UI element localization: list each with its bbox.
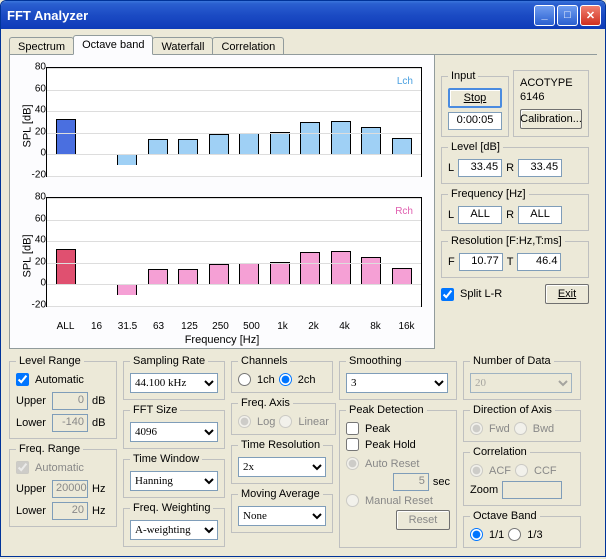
- zoom-field: [502, 481, 562, 499]
- tab-bar: Spectrum Octave band Waterfall Correlati…: [9, 35, 597, 55]
- octave-1-3-radio[interactable]: 1/3: [508, 528, 542, 541]
- bar: [117, 154, 137, 165]
- res-t: 46.4: [517, 253, 561, 271]
- xaxis-label: Frequency [Hz]: [14, 334, 430, 346]
- exit-button[interactable]: Exit: [545, 284, 589, 304]
- log-radio: Log: [238, 415, 275, 428]
- elapsed-time: 0:00:05: [448, 112, 502, 130]
- window-title: FFT Analyzer: [7, 8, 88, 23]
- device-type: ACOTYPE: [520, 77, 582, 89]
- bar: [178, 139, 198, 154]
- tab-octave-band[interactable]: Octave band: [73, 35, 153, 55]
- autoreset-radio: Auto Reset: [346, 457, 450, 470]
- bar: [56, 249, 76, 285]
- bar: [270, 262, 290, 285]
- res-f: 10.77: [459, 253, 503, 271]
- close-button[interactable]: ✕: [580, 5, 601, 26]
- minimize-button[interactable]: _: [534, 5, 555, 26]
- level-l: 33.45: [458, 159, 502, 177]
- level-upper: 0: [52, 392, 88, 410]
- fwd-radio: Fwd: [470, 422, 510, 435]
- bar: [300, 252, 320, 284]
- numdata-select: 20: [470, 373, 572, 393]
- fft-select[interactable]: 4096: [130, 422, 218, 442]
- bar: [239, 133, 259, 155]
- tab-correlation[interactable]: Correlation: [212, 37, 284, 55]
- tab-waterfall[interactable]: Waterfall: [152, 37, 213, 55]
- freq-lower: 20: [52, 502, 88, 520]
- bar: [239, 263, 259, 285]
- bar: [56, 119, 76, 155]
- chart-series-r: Rch: [395, 206, 413, 217]
- titlebar: FFT Analyzer _ □ ✕: [1, 1, 605, 29]
- mavg-select[interactable]: None: [238, 506, 326, 526]
- bar: [117, 284, 137, 295]
- tab-spectrum[interactable]: Spectrum: [9, 37, 74, 55]
- peakhold-checkbox[interactable]: Peak Hold: [346, 438, 450, 451]
- bar: [209, 264, 229, 285]
- chart-plot-r: Rch: [46, 197, 422, 307]
- bar: [361, 127, 381, 154]
- smoothing-select[interactable]: 3: [346, 373, 448, 393]
- bar: [392, 138, 412, 154]
- bar: [361, 257, 381, 284]
- freq-auto-checkbox: Automatic: [16, 461, 110, 474]
- ch2-radio[interactable]: 2ch: [279, 373, 316, 386]
- level-auto-checkbox[interactable]: Automatic: [16, 373, 110, 386]
- linear-radio: Linear: [279, 415, 329, 428]
- acf-radio: ACF: [470, 464, 511, 477]
- chart-series-l: Lch: [397, 76, 413, 87]
- chart-plot-l: Lch: [46, 67, 422, 177]
- bar: [331, 121, 351, 154]
- peak-checkbox[interactable]: Peak: [346, 422, 450, 435]
- bar: [331, 251, 351, 284]
- calibration-button[interactable]: Calibration...: [520, 109, 582, 129]
- reset-button: Reset: [396, 510, 450, 530]
- octave-1-1-radio[interactable]: 1/1: [470, 528, 504, 541]
- autoreset-sec: 5: [393, 473, 429, 491]
- level-r: 33.45: [518, 159, 562, 177]
- freq-l: ALL: [458, 206, 502, 224]
- freq-r: ALL: [518, 206, 562, 224]
- sampling-select[interactable]: 44.100 kHz: [130, 373, 218, 393]
- freq-upper: 20000: [52, 480, 88, 498]
- timeres-select[interactable]: 2x: [238, 457, 326, 477]
- device-model: 6146: [520, 91, 582, 103]
- bar: [300, 122, 320, 154]
- weighting-select[interactable]: A-weighting: [130, 520, 218, 540]
- stop-button[interactable]: Stop: [448, 88, 502, 108]
- bar: [148, 269, 168, 284]
- ccf-radio: CCF: [515, 464, 557, 477]
- level-lower: -140: [52, 414, 88, 432]
- bar: [148, 139, 168, 154]
- bar: [270, 132, 290, 155]
- bwd-radio: Bwd: [514, 422, 554, 435]
- chart-panel: SPL [dB] -20020406080 Lch SPL [dB] -2002…: [9, 54, 435, 349]
- maximize-button[interactable]: □: [557, 5, 578, 26]
- bar: [392, 268, 412, 284]
- bar: [178, 269, 198, 284]
- ch1-radio[interactable]: 1ch: [238, 373, 275, 386]
- xaxis-ticks: ALL1631.5631252505001k2k4k8k16k: [50, 321, 422, 332]
- manualreset-radio: Manual Reset: [346, 494, 450, 507]
- bar: [209, 134, 229, 155]
- window-select[interactable]: Hanning: [130, 471, 218, 491]
- split-lr-checkbox[interactable]: Split L-R: [441, 288, 502, 301]
